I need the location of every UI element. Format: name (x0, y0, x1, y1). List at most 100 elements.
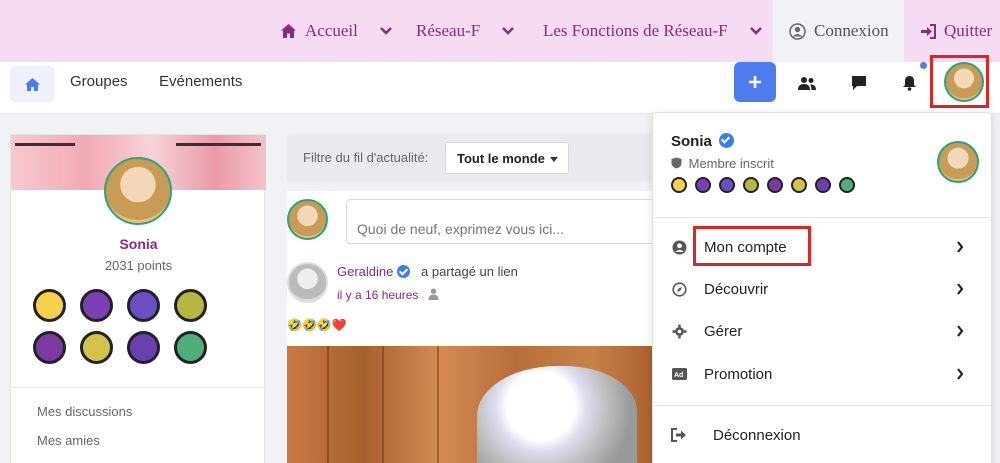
globe-badge-icon[interactable] (127, 289, 160, 322)
menu-item-label: Découvrir (704, 280, 769, 298)
top-nav-bar: Accueil Réseau-F Les Fonctions de Réseau… (0, 0, 1000, 62)
tv-badge-icon[interactable] (174, 289, 207, 322)
phone-badge-icon[interactable] (839, 177, 855, 193)
book-badge-icon[interactable] (815, 177, 831, 193)
avatar-highlight-box (930, 55, 989, 108)
topnav-connexion[interactable]: Connexion (773, 0, 904, 62)
profile-card: Sonia 2031 points Mes discussions Mes am… (10, 134, 266, 463)
topnav-quitter[interactable]: Quitter (904, 0, 1000, 62)
notifications-button[interactable] (898, 72, 920, 94)
topnav-fonctions-label: Les Fonctions de Réseau-F (543, 21, 728, 40)
message-icon (852, 76, 866, 90)
menu-item-deconnexion[interactable]: Déconnexion (653, 415, 993, 455)
dropdown-user-name[interactable]: Sonia (671, 133, 735, 150)
nav-groupes[interactable]: Groupes (70, 73, 128, 90)
sub-header: Groupes Evénements (0, 62, 1000, 114)
link-mes-discussions[interactable]: Mes discussions (37, 404, 132, 419)
notification-dot (920, 62, 927, 69)
profile-points: 2031 points (104, 258, 173, 273)
dropdown-divider (653, 405, 993, 406)
gear-icon (671, 323, 687, 339)
menu-item-label: Promotion (704, 365, 773, 383)
user-circle-icon (789, 22, 806, 40)
phone-badge-icon[interactable] (174, 331, 207, 364)
plus-icon (749, 76, 761, 88)
flower-badge-icon[interactable] (80, 331, 113, 364)
composer-avatar (287, 199, 328, 240)
bell-icon (902, 76, 916, 91)
home-icon (25, 77, 40, 91)
verified-icon (397, 265, 410, 278)
dropdown-user-role-text: Membre inscrit (688, 156, 774, 171)
nav-evenements[interactable]: Evénements (159, 73, 242, 90)
dropdown-user-name-text: Sonia (671, 133, 712, 150)
trophy-badge-icon[interactable] (80, 289, 113, 322)
shield-icon (671, 157, 682, 169)
post-author-name: Geraldine (337, 264, 394, 279)
dropdown-divider (653, 217, 993, 218)
post-action-text: a partagé un lien (421, 264, 518, 279)
user-circle-icon (671, 239, 687, 255)
link-mes-amies[interactable]: Mes amies (37, 433, 100, 448)
feed-filter-bar: Filtre du fil d'actualité: Tout le monde (287, 134, 667, 182)
caret-down-icon (550, 157, 558, 162)
profile-divider (11, 387, 266, 388)
globe-badge-icon[interactable] (719, 177, 735, 193)
topnav-accueil[interactable]: Accueil (280, 0, 392, 62)
topnav-connexion-label: Connexion (814, 21, 889, 40)
topnav-fonctions[interactable]: Les Fonctions de Réseau-F (543, 0, 762, 62)
flower-badge-icon[interactable] (791, 177, 807, 193)
post-composer-input[interactable] (346, 199, 666, 244)
create-button[interactable] (734, 62, 776, 102)
tv-badge-icon[interactable] (743, 177, 759, 193)
smiley-badge-icon[interactable] (671, 177, 687, 193)
trophy-badge-icon[interactable] (695, 177, 711, 193)
dropdown-badges (671, 177, 855, 193)
ad-icon: Ad (671, 366, 687, 382)
chevron-right-icon (957, 325, 964, 337)
feed-filter-label: Filtre du fil d'actualité: (303, 150, 429, 165)
topnav-accueil-label: Accueil (305, 21, 358, 40)
home-tab[interactable] (10, 66, 55, 102)
compass-icon (671, 281, 687, 297)
menu-item-label: Gérer (704, 322, 743, 340)
menu-item-gerer[interactable]: Gérer (653, 311, 993, 351)
post-timestamp[interactable]: il y a 16 heures (337, 288, 439, 302)
messages-button[interactable] (848, 72, 870, 94)
dropdown-avatar[interactable] (937, 141, 979, 183)
friends-button[interactable] (796, 72, 818, 94)
post-image[interactable] (287, 346, 667, 463)
feed-filter-select[interactable]: Tout le monde (445, 142, 569, 174)
sign-in-icon (921, 23, 936, 39)
home-icon (281, 24, 296, 38)
menu-item-decouvrir[interactable]: Découvrir (653, 269, 993, 309)
feed-filter-value: Tout le monde (457, 151, 545, 166)
verified-icon (719, 133, 735, 148)
user-privacy-icon (428, 288, 439, 300)
chevron-right-icon (957, 241, 964, 253)
post-author-avatar[interactable] (287, 262, 328, 303)
menu-item-label: Déconnexion (713, 426, 801, 444)
user-dropdown-menu: Sonia Membre inscrit Mon compte Découvri… (652, 112, 993, 463)
post-author[interactable]: Geraldine (337, 264, 410, 279)
person-badge-icon[interactable] (33, 331, 66, 364)
chevron-down-icon (749, 27, 762, 35)
svg-text:Ad: Ad (674, 372, 683, 379)
post-time-text: il y a 16 heures (337, 288, 419, 302)
person-badge-icon[interactable] (767, 177, 783, 193)
topnav-reseau[interactable]: Réseau-F (416, 0, 515, 62)
menu-item-promotion[interactable]: Ad Promotion (653, 354, 993, 394)
mon-compte-highlight-box (693, 226, 811, 266)
friends-icon (798, 76, 816, 90)
dropdown-user-role: Membre inscrit (671, 156, 774, 171)
smiley-badge-icon[interactable] (33, 289, 66, 322)
book-badge-icon[interactable] (127, 331, 160, 364)
topnav-quitter-label: Quitter (944, 21, 993, 40)
chevron-down-icon (502, 27, 515, 35)
chevron-down-icon (379, 27, 392, 35)
chevron-right-icon (957, 283, 964, 295)
profile-name[interactable]: Sonia (11, 236, 266, 252)
post-content: 🤣🤣🤣❤️ (287, 318, 347, 332)
profile-avatar[interactable] (104, 157, 172, 225)
chevron-right-icon (957, 368, 964, 380)
